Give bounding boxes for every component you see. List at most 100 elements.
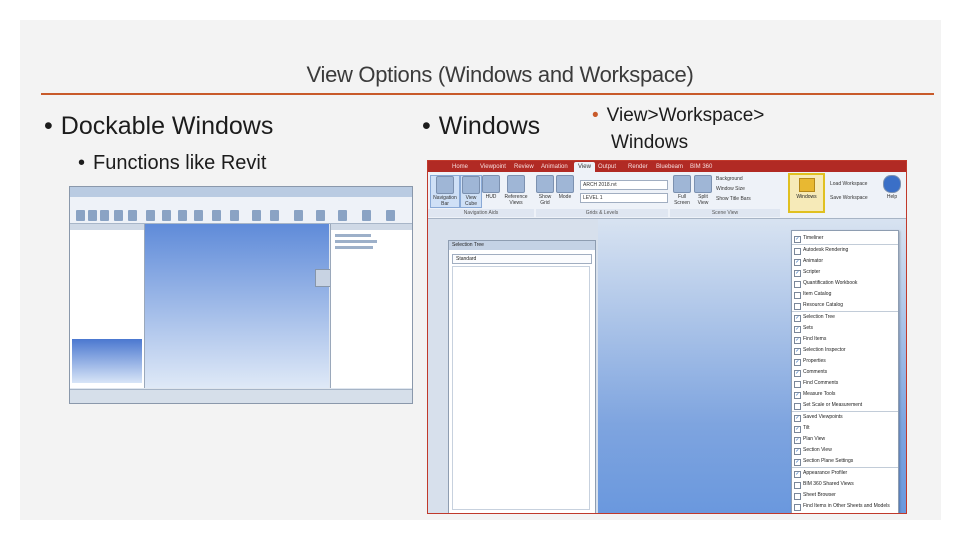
windows-menu-item-label: Appearance Profiler (803, 470, 848, 476)
ribbon-tabs: Home Viewpoint Review Animation View Out… (428, 161, 906, 172)
tab-viewpoint[interactable]: Viewpoint (480, 162, 506, 172)
tab-bluebeam[interactable]: Bluebeam (656, 162, 683, 172)
windows-menu-item[interactable]: ✓ Appearance Profiler (792, 468, 898, 479)
ribbon-icon (100, 210, 109, 221)
show-grid-button[interactable]: Show Grid (536, 175, 554, 206)
windows-menu-item[interactable]: Find Items in Other Sheets and Models (792, 501, 898, 512)
tab-review[interactable]: Review (514, 162, 534, 172)
windows-menu-item[interactable]: Sheet Browser (792, 490, 898, 501)
view-cube-icon (462, 176, 480, 194)
windows-menu-item[interactable]: Resource Catalog (792, 300, 898, 311)
checkbox-icon[interactable] (794, 248, 801, 255)
panel-header (331, 224, 412, 230)
windows-menu-item-label: Tilt (803, 425, 810, 431)
windows-menu-item[interactable]: ✓ Sets (792, 323, 898, 334)
checkbox-icon[interactable] (794, 281, 801, 288)
save-workspace-button[interactable]: Save Workspace (830, 194, 868, 202)
tab-render[interactable]: Render (628, 162, 648, 172)
navigation-bar-button[interactable]: Navigation Bar (430, 175, 460, 208)
ribbon-icon (270, 210, 279, 221)
windows-menu-item[interactable]: ✓ Properties (792, 356, 898, 367)
checkbox-icon[interactable] (794, 504, 801, 511)
windows-menu-item[interactable]: Autodesk Rendering (792, 245, 898, 256)
tab-output[interactable]: Output (598, 162, 616, 172)
bullet-functions-like-revit: • Functions like Revit (78, 152, 267, 174)
windows-menu-item[interactable]: Item Catalog (792, 289, 898, 300)
windows-menu-item[interactable]: ✓ Comments (792, 367, 898, 378)
tab-animation[interactable]: Animation (541, 162, 568, 172)
checkbox-icon[interactable]: ✓ (794, 415, 801, 422)
windows-menu-item-label: Properties (803, 358, 826, 364)
checkbox-icon[interactable]: ✓ (794, 259, 801, 266)
selection-tree-list[interactable] (452, 266, 590, 510)
slide-title: View Options (Windows and Workspace) (306, 62, 694, 87)
windows-menu-item[interactable]: ✓ Section View (792, 445, 898, 456)
checkbox-icon[interactable]: ✓ (794, 426, 801, 433)
scene-view[interactable] (145, 224, 335, 388)
ribbon-icon (212, 210, 221, 221)
level-model-select[interactable]: ARCH 2018.rvt (580, 180, 668, 190)
full-screen-button[interactable]: Full Screen (672, 175, 692, 206)
windows-menu-item[interactable]: ✓ Section Plane Settings (792, 456, 898, 467)
windows-menu-item[interactable]: ✓ Animator (792, 256, 898, 267)
checkbox-icon[interactable]: ✓ (794, 326, 801, 333)
ribbon-icon (252, 210, 261, 221)
windows-menu-item-label: Autodesk Rendering (803, 247, 849, 253)
level-select[interactable]: LEVEL 1 (580, 193, 668, 203)
checkbox-icon[interactable]: ✓ (794, 236, 801, 243)
checkbox-icon[interactable] (794, 292, 801, 299)
windows-menu-item[interactable]: Set Scale or Measurement (792, 400, 898, 411)
window-size-button[interactable]: Window Size (716, 185, 745, 193)
windows-menu-item[interactable]: ✓ Selection Tree (792, 312, 898, 323)
checkbox-icon[interactable]: ✓ (794, 315, 801, 322)
mode-button[interactable]: Mode (556, 175, 574, 200)
checkbox-icon[interactable]: ✓ (794, 471, 801, 478)
checkbox-icon[interactable]: ✓ (794, 337, 801, 344)
windows-menu-item[interactable]: Find Comments (792, 378, 898, 389)
checkbox-icon[interactable] (794, 303, 801, 310)
windows-menu-item[interactable]: ✓ Plan View (792, 434, 898, 445)
checkbox-icon[interactable] (794, 493, 801, 500)
checkbox-icon[interactable]: ✓ (794, 392, 801, 399)
checkbox-icon[interactable] (794, 482, 801, 489)
tree-item (335, 234, 371, 237)
view-cube-button[interactable]: View Cube (460, 175, 482, 208)
windows-menu-item-label: Find Comments (803, 380, 839, 386)
checkbox-icon[interactable]: ✓ (794, 437, 801, 444)
tab-home[interactable]: Home (452, 162, 468, 172)
windows-menu-item[interactable]: ✓ Selection Inspector (792, 345, 898, 356)
full-screen-icon (673, 175, 691, 193)
checkbox-icon[interactable]: ✓ (794, 448, 801, 455)
windows-menu-item[interactable]: Quantification Workbook (792, 278, 898, 289)
checkbox-icon[interactable]: ✓ (794, 359, 801, 366)
help-button[interactable]: Help (882, 175, 902, 200)
title-bar (70, 187, 412, 197)
group-navigation-aids: Navigation Aids (428, 209, 534, 217)
checkbox-icon[interactable]: ✓ (794, 270, 801, 277)
windows-menu-item[interactable]: ✓ Measure Tools (792, 389, 898, 400)
windows-menu-item[interactable]: ✓ Timeliner (792, 233, 898, 244)
load-workspace-button[interactable]: Load Workspace (830, 180, 867, 188)
background-button[interactable]: Background (716, 175, 743, 183)
windows-menu-item[interactable]: ✓ Tilt (792, 423, 898, 434)
checkbox-icon[interactable]: ✓ (794, 459, 801, 466)
checkbox-icon[interactable]: ✓ (794, 370, 801, 377)
tab-view[interactable]: View (574, 162, 595, 172)
windows-menu: ✓ Timeliner Autodesk Rendering ✓ Animator ✓ Sc… (791, 230, 899, 513)
tab-bim360[interactable]: BIM 360 (690, 162, 712, 172)
windows-menu-item[interactable]: ✓ Scripter (792, 267, 898, 278)
checkbox-icon[interactable] (794, 403, 801, 410)
checkbox-icon[interactable] (794, 381, 801, 388)
split-view-button[interactable]: Split View (694, 175, 712, 206)
selection-tree-mode-select[interactable]: Standard (452, 254, 592, 264)
windows-menu-item[interactable]: ✓ Saved Viewpoints (792, 412, 898, 423)
windows-menu-item[interactable]: BIM 360 Shared Views (792, 479, 898, 490)
show-title-bars-toggle[interactable]: Show Title Bars (716, 195, 751, 203)
windows-button[interactable]: Windows (788, 173, 825, 213)
reference-views-button[interactable]: Reference Views (502, 175, 530, 206)
checkbox-icon[interactable]: ✓ (794, 348, 801, 355)
ribbon-icon (76, 210, 85, 221)
windows-menu-item[interactable]: ✓ Find Items (792, 334, 898, 345)
windows-menu-item-label: Section View (803, 447, 832, 453)
hud-button[interactable]: HUD (482, 175, 500, 200)
